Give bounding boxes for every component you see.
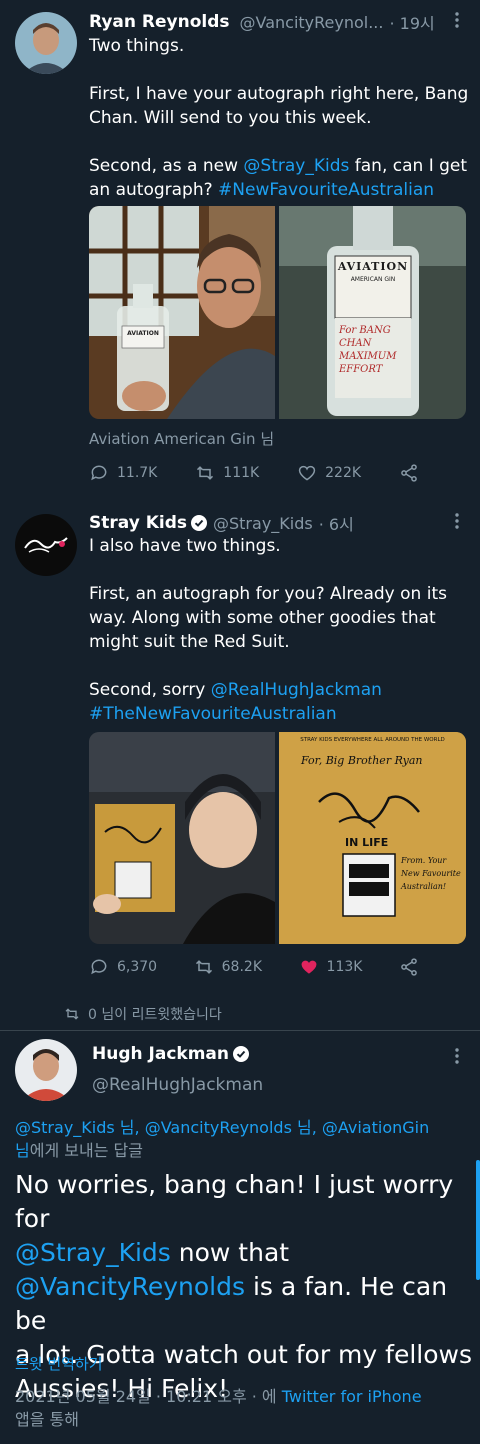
tweet3-text-line: No worries, bang chan! I just worry for [15, 1170, 454, 1233]
heart-icon [298, 465, 316, 481]
hashtag-link[interactable]: #TheNewFavouriteAustralian [89, 704, 337, 724]
share-icon [401, 464, 417, 482]
reply-button[interactable]: 6,370 [89, 957, 157, 977]
tweet1-text: Second, as a new [89, 156, 244, 176]
reply-button[interactable]: 11.7K [89, 463, 157, 483]
like-count: 113K [326, 959, 363, 975]
tweet1-text: an autograph? [89, 180, 219, 200]
mention-link[interactable]: @Stray_Kids [243, 156, 349, 176]
tweet1-author-handle[interactable]: @VancityReynol... [240, 13, 384, 32]
like-button[interactable]: 222K [297, 463, 361, 483]
tweet2-author-name[interactable]: Stray Kids [89, 513, 187, 533]
reply-count: 11.7K [117, 465, 158, 481]
tweet2-photo-signed-album[interactable]: STRAY KIDS EVERYWHERE ALL AROUND THE WOR… [279, 732, 466, 944]
share-icon [401, 958, 417, 976]
scrollbar[interactable] [476, 1160, 480, 1280]
like-count: 222K [325, 465, 362, 481]
retweet-icon [197, 466, 214, 480]
tweet2-text-line: way. Along with some other goodies that [89, 608, 436, 628]
verified-icon [191, 515, 207, 531]
retweet-notice[interactable]: 0 님이 리트윗했습니다 [88, 1004, 222, 1024]
tweet2-photo-bangchan[interactable] [89, 732, 275, 944]
mention-link[interactable]: @Stray_Kids [15, 1238, 171, 1267]
retweet-button[interactable]: 68.2K [194, 957, 262, 977]
tweet2-text-line: First, an autograph for you? Already on … [89, 584, 447, 604]
reply-icon [91, 959, 107, 975]
mention-link[interactable]: @RealHughJackman [211, 680, 382, 700]
tweet1-author-name[interactable]: Ryan Reynolds [89, 12, 230, 32]
tweet3-author-handle[interactable]: @RealHughJackman [92, 1075, 263, 1095]
tweet1-photo-bottle[interactable]: AVIATION AMERICAN GIN For BANG CHAN MAXI… [279, 206, 466, 419]
bottle-label: AVIATION [127, 330, 159, 337]
card-header-text: STRAY KIDS EVERYWHERE ALL AROUND THE WOR… [300, 737, 445, 743]
tweet2-timestamp[interactable]: · 6시 [319, 511, 354, 535]
tweet1-photo-selfie[interactable]: AVIATION [89, 206, 275, 419]
tweet2-author-handle[interactable]: @Stray_Kids [213, 514, 313, 533]
heart-filled-icon [301, 960, 317, 974]
translate-tweet-link[interactable]: 트윗 번역하기 [15, 1353, 103, 1374]
retweet-small-icon [65, 1008, 79, 1020]
album-title: IN LIFE [345, 836, 389, 849]
more-options-icon[interactable] [447, 10, 467, 30]
reply-to-label: 에게 보내는 답글 [29, 1141, 143, 1160]
card-note: From. Your New Favourite Australian! [401, 856, 461, 891]
retweet-button[interactable]: 111K [195, 463, 259, 483]
divider [0, 1030, 480, 1031]
tweet2-text: Second, sorry [89, 680, 211, 700]
retweet-count: 111K [223, 465, 260, 481]
tweet1-text-line: Two things. [89, 36, 185, 56]
tweet2-text-line: I also have two things. [89, 536, 281, 556]
like-button[interactable]: 113K [299, 957, 363, 977]
tweet-via-label: 앱을 통해 [15, 1410, 79, 1429]
avatar-ryan-reynolds[interactable] [15, 12, 77, 74]
bottle-handwriting: For BANG CHAN MAXIMUM EFFORT [339, 325, 397, 375]
mention-link[interactable]: @VancityReynolds [15, 1272, 245, 1301]
media-caption[interactable]: Aviation American Gin 님 [89, 428, 274, 449]
card-dedication: For, Big Brother Ryan [301, 754, 423, 767]
reply-to-suffix[interactable]: 님 [15, 1141, 30, 1160]
tweet1-text-line: First, I have your autograph right here,… [89, 84, 469, 104]
tweet1-text-line: Chan. Will send to you this week. [89, 108, 372, 128]
avatar-stray-kids[interactable] [15, 514, 77, 576]
client-link[interactable]: Twitter for iPhone [282, 1387, 422, 1406]
more-options-icon[interactable] [447, 1046, 467, 1066]
verified-icon [233, 1046, 249, 1062]
reply-to-mentions[interactable]: @Stray_Kids 님, @VancityReynolds 님, @Avia… [15, 1116, 465, 1139]
bottle-brand: AVIATION [337, 260, 409, 273]
avatar-hugh-jackman[interactable] [15, 1039, 77, 1101]
hashtag-link[interactable]: #NewFavouriteAustralian [218, 180, 434, 200]
retweet-count: 68.2K [221, 959, 262, 975]
retweet-icon [195, 960, 212, 974]
tweet3-author-name[interactable]: Hugh Jackman [92, 1044, 229, 1064]
tweet-timestamp[interactable]: 2021년 05월 24일 · 10:21 오후 · 에 [15, 1387, 282, 1406]
reply-icon [91, 465, 107, 481]
share-button[interactable] [399, 957, 419, 977]
bottle-subtitle: AMERICAN GIN [350, 276, 396, 283]
share-button[interactable] [399, 463, 419, 483]
tweet1-text: fan, can I get [349, 156, 468, 176]
tweet3-text: now that [170, 1238, 290, 1267]
more-options-icon[interactable] [447, 511, 467, 531]
reply-count: 6,370 [117, 959, 158, 975]
tweet1-timestamp[interactable]: · 19시 [389, 10, 434, 34]
tweet2-text-line: might suit the Red Suit. [89, 632, 290, 652]
